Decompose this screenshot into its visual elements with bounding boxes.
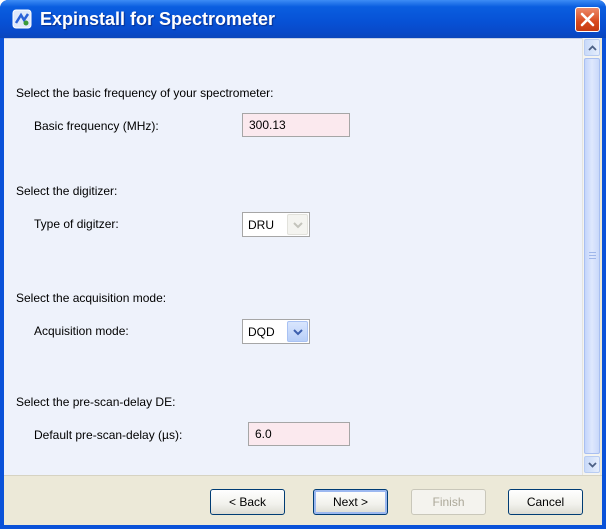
window-title: Expinstall for Spectrometer: [40, 9, 276, 29]
frequency-label: Basic frequency (MHz):: [34, 119, 159, 133]
scroll-down-icon: [588, 462, 597, 468]
settings-panel: Select the basic frequency of your spect…: [4, 38, 582, 475]
digitizer-label: Type of digitzer:: [34, 217, 119, 231]
chevron-down-icon: [293, 329, 303, 336]
dialog-client-area: Select the basic frequency of your spect…: [4, 38, 602, 525]
digitizer-heading: Select the digitizer:: [16, 184, 118, 198]
prescan-delay-field[interactable]: 6.0: [248, 422, 350, 446]
acquisition-heading: Select the acquisition mode:: [16, 291, 167, 305]
acquisition-dropdown-button[interactable]: [287, 321, 308, 342]
scroll-down-button[interactable]: [584, 456, 600, 473]
app-icon: [12, 9, 32, 29]
digitizer-selected-value: DRU: [248, 218, 274, 232]
acquisition-mode-select[interactable]: DQD: [242, 319, 310, 344]
scroll-up-icon: [588, 45, 597, 51]
frequency-field[interactable]: 300.13: [242, 113, 350, 137]
digitizer-dropdown-button: [287, 214, 308, 235]
vertical-scrollbar[interactable]: [582, 38, 600, 475]
chevron-down-icon: [293, 222, 303, 229]
close-button[interactable]: [575, 7, 600, 32]
close-icon: [580, 12, 595, 27]
acquisition-label: Acquisition mode:: [34, 324, 129, 338]
scroll-up-button[interactable]: [584, 39, 600, 56]
next-button[interactable]: Next >: [313, 489, 388, 515]
prescan-heading: Select the pre-scan-delay DE:: [16, 395, 176, 409]
digitizer-select: DRU: [242, 212, 310, 237]
wizard-window: Expinstall for Spectrometer Select the b…: [0, 0, 606, 529]
button-bar: < Back Next > Finish Cancel: [4, 475, 602, 525]
frequency-heading: Select the basic frequency of your spect…: [16, 86, 274, 100]
title-bar[interactable]: Expinstall for Spectrometer: [0, 0, 606, 38]
finish-button[interactable]: Finish: [411, 489, 486, 515]
acquisition-selected-value: DQD: [248, 325, 275, 339]
cancel-button[interactable]: Cancel: [508, 489, 583, 515]
prescan-label: Default pre-scan-delay (µs):: [34, 428, 183, 442]
scroll-thumb[interactable]: [584, 58, 600, 454]
back-button[interactable]: < Back: [210, 489, 285, 515]
